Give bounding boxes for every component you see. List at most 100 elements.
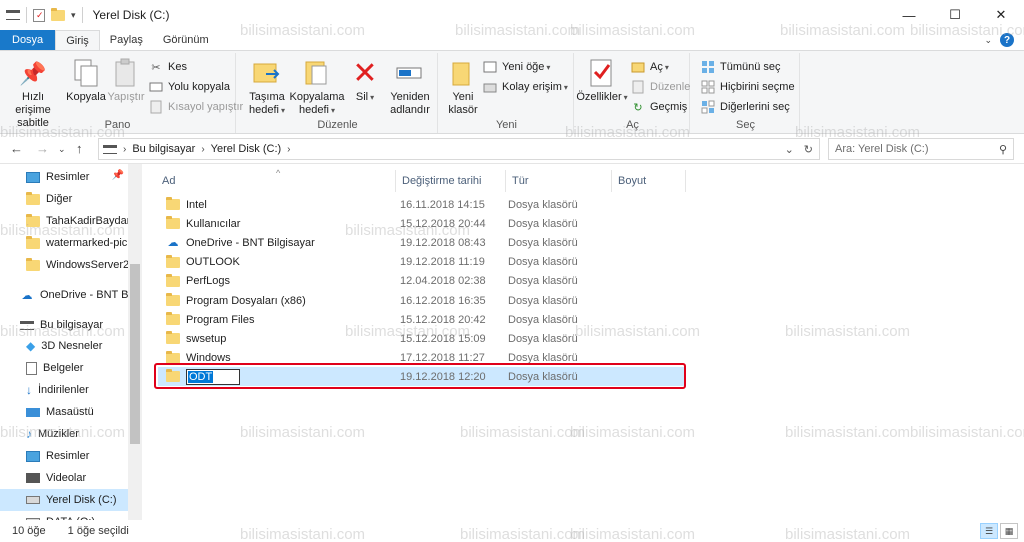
copy-to-label: Kopyalama hedefi	[289, 91, 344, 117]
properties-qat-icon[interactable]: ✓	[33, 8, 45, 22]
minimize-button[interactable]: —	[886, 0, 932, 30]
address-dropdown-icon[interactable]: ⌄	[785, 143, 794, 156]
table-row[interactable]: Program Dosyaları (x86) 16.12.2018 16:35 D…	[158, 291, 684, 310]
scrollbar-thumb[interactable]	[130, 264, 140, 444]
sidebar-item[interactable]: Resimler 📌	[0, 166, 128, 188]
table-row[interactable]: swsetup 15.12.2018 15:09 Dosya klasörü	[158, 329, 684, 348]
details-view-icon[interactable]: ☰	[980, 523, 998, 539]
group-label: Düzenle	[317, 119, 358, 131]
sidebar-item[interactable]: Bu bilgisayar	[0, 314, 128, 336]
invert-selection-button[interactable]: Diğerlerini seç	[700, 99, 790, 115]
group-new: Yeni klasör Yeni öğe Kolay erişim Yeni	[440, 53, 574, 133]
table-row[interactable]: Kullanıcılar 15.12.2018 20:44 Dosya klasör…	[158, 214, 684, 233]
address-bar[interactable]: › Bu bilgisayar › Yerel Disk (C:) › ⌄ ↻	[98, 138, 820, 160]
column-header-type[interactable]: Tür	[506, 170, 612, 192]
select-none-button[interactable]: Hiçbirini seçme	[700, 79, 795, 95]
tab-view[interactable]: Görünüm	[153, 30, 219, 50]
table-row[interactable]: Program Files 15.12.2018 20:42 Dosya klasö…	[158, 310, 684, 329]
cell-date: 16.12.2018 16:35	[400, 294, 486, 307]
window-title: Yerel Disk (C:)	[92, 8, 170, 22]
sidebar-item[interactable]: watermarked-pic	[0, 232, 128, 254]
cell-date: 15.12.2018 20:44	[400, 217, 486, 230]
forward-arrow-icon[interactable]: →	[36, 141, 49, 156]
select-all-icon	[700, 59, 716, 75]
cell-name: Intel	[186, 198, 207, 211]
refresh-icon[interactable]: ↻	[804, 143, 813, 156]
help-icon[interactable]: ?	[1000, 33, 1014, 47]
delete-x-icon: ✕	[352, 56, 378, 90]
cut-button[interactable]: ✂ Kes	[148, 59, 187, 75]
history-button[interactable]: ↻ Geçmiş	[630, 99, 687, 115]
new-folder-button[interactable]: Yeni klasör	[444, 57, 482, 117]
breadcrumb-this-pc[interactable]: Bu bilgisayar	[132, 143, 195, 155]
copy-button[interactable]: Kopyala	[64, 57, 108, 104]
customize-qat-icon[interactable]: ▾	[71, 10, 76, 21]
easy-access-icon	[482, 79, 498, 95]
sidebar-item[interactable]: Resimler	[0, 445, 128, 467]
pictures-icon	[26, 450, 40, 462]
desktop-icon	[26, 407, 40, 417]
close-button[interactable]: ✕	[978, 0, 1024, 30]
column-header-date[interactable]: Değiştirme tarihi	[396, 170, 506, 192]
sidebar-item[interactable]: ↓ İndirilenler	[0, 379, 128, 401]
new-item-button[interactable]: Yeni öğe	[482, 59, 550, 75]
cell-date: 15.12.2018 15:09	[400, 332, 486, 345]
sidebar-item-label: Bu bilgisayar	[40, 319, 103, 331]
sidebar-item[interactable]: Diğer	[0, 188, 128, 210]
sidebar-item-label: watermarked-pic	[46, 237, 128, 249]
maximize-button[interactable]: ☐	[932, 0, 978, 30]
sidebar-item[interactable]: WindowsServer2	[0, 254, 128, 276]
sidebar-item[interactable]: Belgeler	[0, 357, 128, 379]
breadcrumb-local-disk[interactable]: Yerel Disk (C:)	[211, 143, 282, 155]
drive-icon	[26, 496, 40, 504]
select-all-button[interactable]: Tümünü seç	[700, 59, 781, 75]
copy-to-button[interactable]: Kopyalama hedefi	[289, 57, 345, 117]
select-all-label: Tümünü seç	[720, 61, 781, 73]
paste-shortcut-button[interactable]: Kısayol yapıştır	[148, 99, 243, 115]
rename-button[interactable]: Yeniden adlandır	[386, 57, 434, 117]
open-icon	[630, 59, 646, 75]
table-row[interactable]: OUTLOOK 19.12.2018 11:19 Dosya klasörü	[158, 253, 684, 272]
new-folder-qat-icon[interactable]	[51, 7, 65, 21]
edit-button[interactable]: Düzenle	[630, 79, 690, 95]
chevron-down-icon[interactable]: ⌄	[984, 35, 992, 46]
documents-icon	[26, 361, 37, 375]
tab-home[interactable]: Giriş	[55, 30, 100, 50]
copy-path-button[interactable]: Yolu kopyala	[148, 79, 230, 95]
column-header-size[interactable]: Boyut	[612, 170, 686, 192]
sidebar-item[interactable]: TahaKadirBaydar	[0, 210, 128, 232]
highlight-annotation-box	[154, 363, 686, 389]
explorer-app-icon	[6, 10, 20, 20]
copy-path-icon	[148, 79, 164, 95]
sidebar-item[interactable]: DATA (Q:)	[0, 511, 128, 520]
sidebar-item[interactable]: Videolar	[0, 467, 128, 489]
column-header-name[interactable]: Ad ^	[156, 168, 396, 192]
sidebar-item[interactable]: ☁ OneDrive - BNT B	[0, 284, 129, 306]
open-button[interactable]: Aç	[630, 59, 669, 75]
search-input[interactable]: Ara: Yerel Disk (C:) ⚲	[828, 138, 1014, 160]
sidebar-item[interactable]: ◆ 3D Nesneler	[0, 335, 128, 357]
properties-button[interactable]: Özellikler	[576, 57, 626, 104]
sidebar-item[interactable]: Yerel Disk (C:)	[0, 489, 128, 511]
easy-access-button[interactable]: Kolay erişim	[482, 79, 568, 95]
up-arrow-icon[interactable]: ↑	[76, 141, 83, 156]
tab-file[interactable]: Dosya	[0, 30, 56, 50]
back-arrow-icon[interactable]: ←	[10, 141, 23, 156]
table-row[interactable]: Intel 16.11.2018 14:15 Dosya klasörü	[158, 195, 684, 214]
paste-button[interactable]: Yapıştır	[106, 57, 146, 104]
cell-date: 19.12.2018 08:43	[400, 236, 486, 249]
scissors-icon: ✂	[151, 61, 161, 74]
pin-icon: 📌	[19, 60, 47, 86]
recent-chevron-icon[interactable]: ⌄	[58, 144, 66, 155]
large-icons-view-icon[interactable]: ▦	[1000, 523, 1018, 539]
tab-share[interactable]: Paylaş	[100, 30, 153, 50]
sidebar-item[interactable]: Masaüstü	[0, 401, 128, 423]
sidebar-scrollbar[interactable]	[128, 164, 142, 520]
group-label: Aç	[626, 119, 639, 131]
move-to-button[interactable]: Taşıma hedefi	[244, 57, 290, 117]
table-row[interactable]: PerfLogs 12.04.2018 02:38 Dosya klasörü	[158, 272, 684, 291]
table-row[interactable]: ☁ OneDrive - BNT Bilgisayar 19.12.2018 08:…	[158, 233, 684, 252]
divider	[26, 7, 27, 23]
sidebar-item[interactable]: ♪ Müzikler	[0, 423, 128, 445]
delete-button[interactable]: ✕ Sil	[350, 57, 380, 104]
